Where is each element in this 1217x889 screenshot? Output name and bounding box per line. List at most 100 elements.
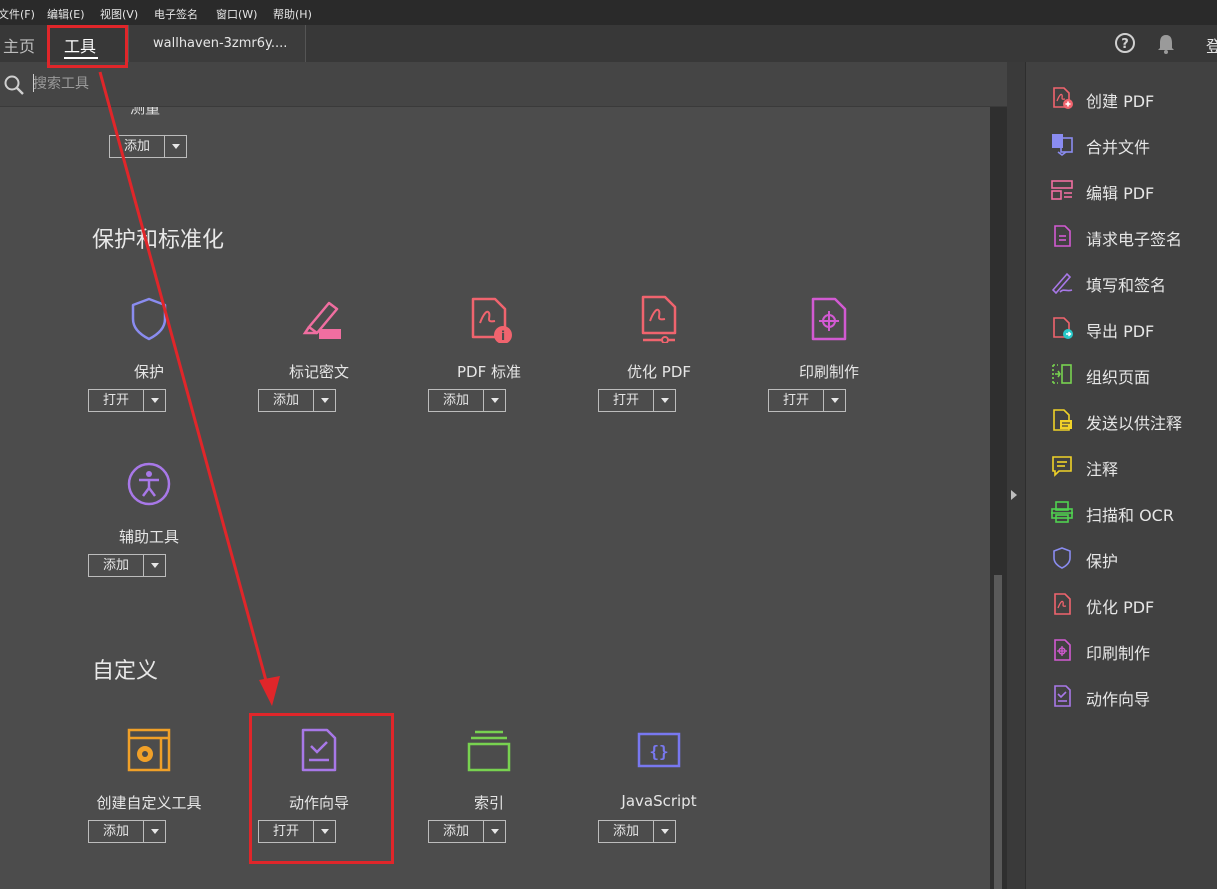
chevron-down-icon[interactable]: [143, 821, 166, 842]
text-caret: [33, 74, 34, 92]
right-item-fill-sign[interactable]: 填写和签名: [1050, 267, 1217, 297]
right-item-print-production[interactable]: 印刷制作: [1050, 635, 1217, 665]
chevron-down-icon[interactable]: [143, 390, 166, 411]
right-item-label: 印刷制作: [1086, 644, 1151, 663]
open-button[interactable]: 打开: [88, 389, 166, 412]
tool-name: 辅助工具: [118, 528, 179, 546]
menu-window[interactable]: 窗口(W): [216, 6, 257, 22]
chevron-down-icon[interactable]: [823, 390, 846, 411]
tool-name: PDF 标准: [457, 363, 521, 381]
print-production-icon: [1050, 638, 1074, 662]
send-comments-icon: [1050, 408, 1074, 432]
annotation-box-action-wizard: [249, 713, 394, 864]
right-item-organize-pages[interactable]: 组织页面: [1050, 359, 1217, 389]
redact-marker-icon[interactable]: [295, 295, 343, 343]
right-tools-pane: 创建 PDF 合并文件 编辑 PDF 请求电子签名 填写和签名 导出 PDF 组…: [1025, 62, 1217, 889]
shield-icon[interactable]: [125, 295, 173, 343]
menu-file[interactable]: 文件(F): [0, 6, 35, 22]
right-item-label: 填写和签名: [1086, 276, 1167, 295]
chevron-down-icon[interactable]: [164, 136, 187, 157]
bell-icon[interactable]: [1156, 33, 1176, 59]
add-button[interactable]: 添加: [88, 554, 166, 577]
tool-name: JavaScript: [621, 792, 697, 810]
right-item-send-comments[interactable]: 发送以供注释: [1050, 405, 1217, 435]
right-item-label: 导出 PDF: [1086, 322, 1155, 341]
right-item-request-signature[interactable]: 请求电子签名: [1050, 221, 1217, 251]
right-item-optimize-pdf[interactable]: 优化 PDF: [1050, 589, 1217, 619]
right-item-scan-ocr[interactable]: 扫描和 OCR: [1050, 497, 1217, 527]
right-item-label: 请求电子签名: [1086, 230, 1183, 249]
menu-help[interactable]: 帮助(H): [273, 6, 312, 22]
section-title-protect: 保护和标准化: [92, 228, 225, 253]
help-icon[interactable]: ?: [1114, 32, 1136, 58]
javascript-icon[interactable]: {}: [635, 726, 683, 774]
right-item-combine-files[interactable]: 合并文件: [1050, 129, 1217, 159]
add-button[interactable]: 添加: [258, 389, 336, 412]
tool-label-measure: 测量: [130, 107, 161, 117]
chevron-down-icon[interactable]: [653, 821, 676, 842]
tool-name: 优化 PDF: [627, 363, 691, 381]
add-button[interactable]: 添加: [428, 389, 506, 412]
right-item-label: 注释: [1086, 460, 1119, 479]
open-button[interactable]: 打开: [598, 389, 676, 412]
annotation-box-tools-tab: [47, 25, 128, 68]
add-button[interactable]: 添加: [598, 820, 676, 843]
right-item-action-wizard[interactable]: 动作向导: [1050, 681, 1217, 711]
right-item-export-pdf[interactable]: 导出 PDF: [1050, 313, 1217, 343]
scrollbar-thumb[interactable]: [994, 575, 1002, 889]
menu-bar: 文件(F) 编辑(E) 视图(V) 电子签名 窗口(W) 帮助(H): [0, 0, 1217, 25]
menu-edit[interactable]: 编辑(E): [47, 6, 85, 22]
tool-name: 索引: [473, 794, 504, 812]
tab-document-label[interactable]: wallhaven-3zmr6y....: [153, 36, 287, 51]
chevron-down-icon[interactable]: [483, 821, 506, 842]
menu-view[interactable]: 视图(V): [100, 6, 138, 22]
index-icon[interactable]: [465, 726, 513, 774]
right-item-label: 发送以供注释: [1086, 414, 1183, 433]
print-production-icon[interactable]: [805, 295, 853, 343]
edit-pdf-icon: [1050, 178, 1074, 202]
tool-name: 创建自定义工具: [96, 794, 202, 812]
tool-name: 保护: [133, 363, 164, 381]
pdf-standards-icon[interactable]: i: [465, 295, 513, 344]
add-button[interactable]: 添加: [88, 820, 166, 843]
accessibility-icon[interactable]: [125, 460, 173, 508]
chevron-down-icon[interactable]: [313, 390, 336, 411]
search-input[interactable]: [33, 74, 333, 94]
tool-name: 标记密文: [288, 363, 349, 381]
action-wizard-icon: [1050, 684, 1074, 708]
right-item-edit-pdf[interactable]: 编辑 PDF: [1050, 175, 1217, 205]
tab-bar: 主页 工具 wallhaven-3zmr6y.... ? 登: [0, 25, 1217, 63]
right-item-label: 合并文件: [1086, 138, 1151, 157]
chevron-down-icon[interactable]: [483, 390, 506, 411]
right-item-protect[interactable]: 保护: [1050, 543, 1217, 573]
right-item-label: 优化 PDF: [1086, 598, 1155, 617]
search-icon: [3, 74, 25, 100]
optimize-pdf-icon[interactable]: [635, 295, 683, 344]
open-button[interactable]: 打开: [768, 389, 846, 412]
scan-ocr-icon: [1050, 500, 1074, 524]
section-title-customize: 自定义: [92, 659, 159, 684]
right-item-label: 扫描和 OCR: [1086, 506, 1174, 525]
search-bar: [0, 62, 1007, 107]
export-pdf-icon: [1050, 316, 1074, 340]
measure-add-button[interactable]: 添加: [109, 135, 187, 158]
right-item-create-pdf[interactable]: 创建 PDF: [1050, 83, 1217, 113]
right-item-label: 编辑 PDF: [1086, 184, 1155, 203]
sign-in-link[interactable]: 登: [1206, 33, 1217, 57]
add-button[interactable]: 添加: [428, 820, 506, 843]
svg-text:?: ?: [1121, 37, 1129, 52]
menu-esign[interactable]: 电子签名: [154, 6, 198, 22]
tools-panel: 测量 添加 保护和标准化 保护 打开 标记密文 添加 i PDF 标准 添加 优…: [0, 107, 990, 889]
svg-text:{}: {}: [649, 742, 668, 761]
tab-home[interactable]: 主页: [3, 33, 35, 57]
right-item-comment[interactable]: 注释: [1050, 451, 1217, 481]
right-item-label: 动作向导: [1086, 690, 1151, 709]
pane-divider: [1007, 62, 1025, 889]
svg-text:i: i: [501, 329, 505, 343]
chevron-down-icon[interactable]: [143, 555, 166, 576]
custom-tool-icon[interactable]: [125, 726, 173, 774]
collapse-arrow-icon[interactable]: [1011, 490, 1017, 500]
right-item-label: 组织页面: [1086, 368, 1151, 387]
chevron-down-icon[interactable]: [653, 390, 676, 411]
shield-icon: [1050, 546, 1074, 570]
